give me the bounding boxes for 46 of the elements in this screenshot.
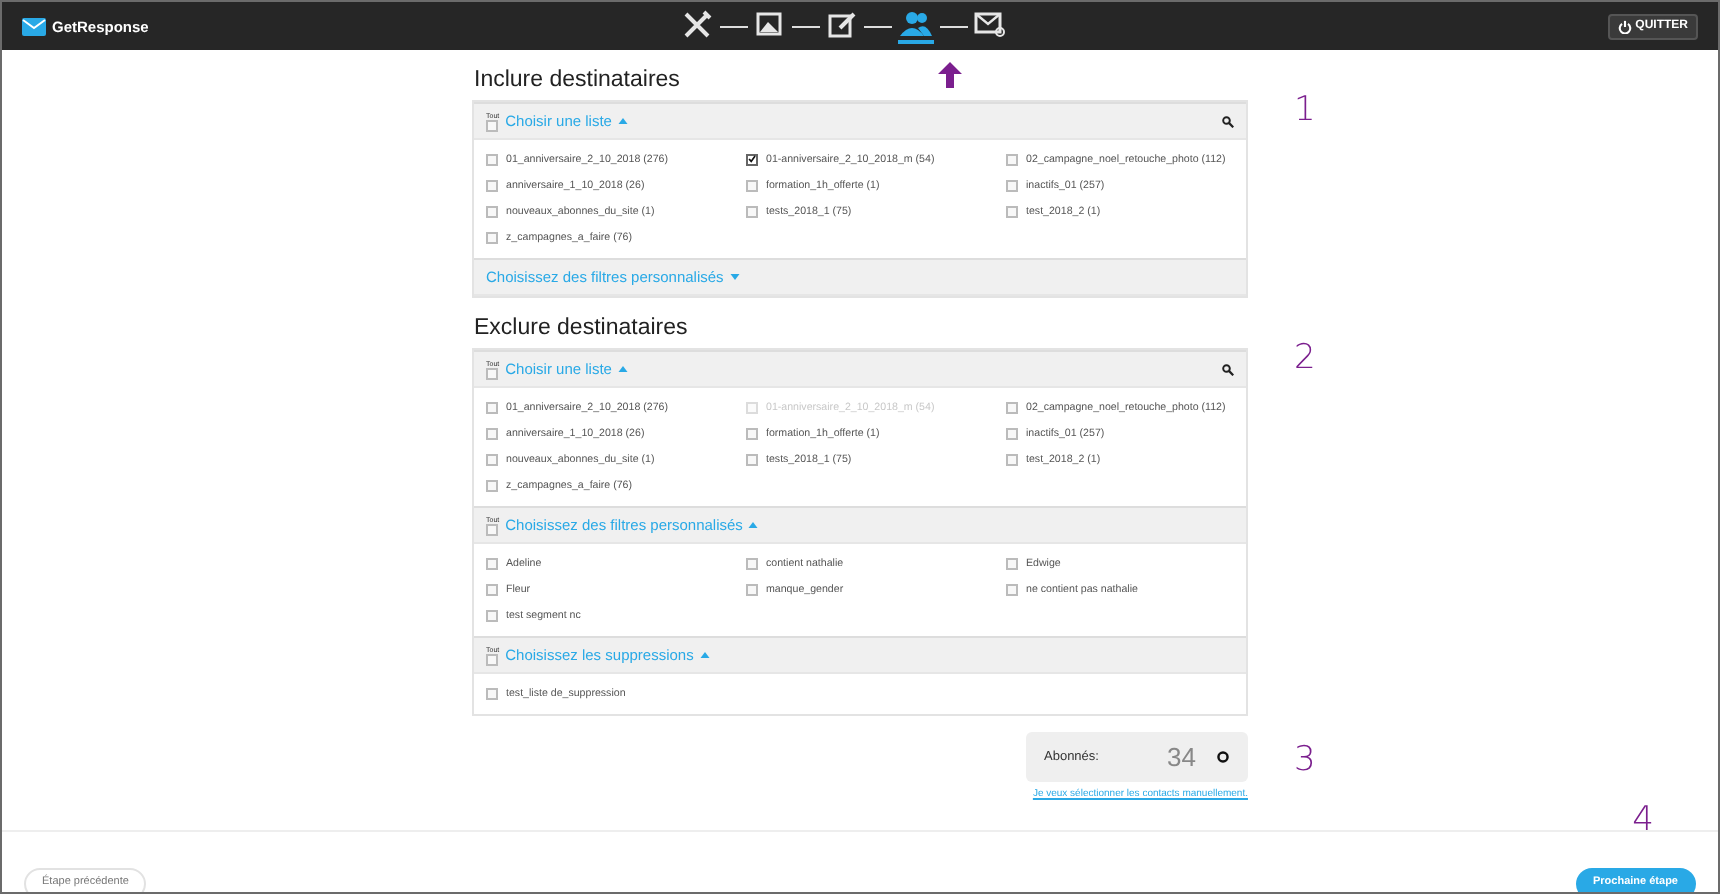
annotation-number: 1: [1294, 90, 1316, 130]
annotation-number: 3: [1294, 740, 1316, 780]
checkbox[interactable]: [486, 401, 498, 413]
annotation-number: 2: [1294, 338, 1316, 378]
checkbox[interactable]: [486, 119, 499, 131]
checkbox[interactable]: [486, 453, 498, 465]
checkbox[interactable]: [486, 557, 498, 569]
envelope-icon: [22, 17, 46, 35]
checkbox[interactable]: [746, 179, 758, 191]
checkbox[interactable]: [1006, 427, 1018, 439]
checkbox[interactable]: [746, 205, 758, 217]
checkbox[interactable]: [1006, 179, 1018, 191]
up-arrow-icon: [938, 62, 962, 88]
checkbox[interactable]: [486, 367, 499, 379]
search-icon[interactable]: [1222, 115, 1234, 127]
search-icon[interactable]: [1222, 363, 1234, 375]
refresh-icon[interactable]: [1216, 750, 1230, 764]
checkbox[interactable]: [1006, 583, 1018, 595]
checkbox[interactable]: [486, 153, 498, 165]
checkbox[interactable]: [746, 427, 758, 439]
checkbox[interactable]: [486, 231, 498, 243]
checkbox[interactable]: [746, 153, 758, 165]
checkbox[interactable]: [1006, 153, 1018, 165]
checkbox[interactable]: [486, 523, 499, 535]
checkbox[interactable]: [1006, 401, 1018, 413]
section-title: Inclure destinataires: [472, 66, 680, 96]
checkbox[interactable]: [486, 179, 498, 191]
edit-icon[interactable]: [826, 10, 858, 44]
people-icon[interactable]: [898, 10, 934, 44]
section-title: Exclure destinataires: [472, 314, 688, 344]
checkbox[interactable]: [486, 653, 499, 665]
annotation-number: 4: [1632, 800, 1654, 840]
checkbox[interactable]: [486, 205, 498, 217]
checkbox[interactable]: [486, 687, 498, 699]
checkbox[interactable]: [1006, 453, 1018, 465]
checkbox[interactable]: [486, 427, 498, 439]
checkbox[interactable]: [746, 557, 758, 569]
checkbox[interactable]: [486, 479, 498, 491]
checkbox[interactable]: [746, 583, 758, 595]
checkbox[interactable]: [746, 453, 758, 465]
checkbox[interactable]: [1006, 205, 1018, 217]
checkbox[interactable]: [1006, 557, 1018, 569]
checkbox[interactable]: [486, 609, 498, 621]
subscriber-count: 34: [1167, 742, 1196, 772]
power-icon: [1617, 19, 1632, 33]
checkbox[interactable]: [486, 583, 498, 595]
